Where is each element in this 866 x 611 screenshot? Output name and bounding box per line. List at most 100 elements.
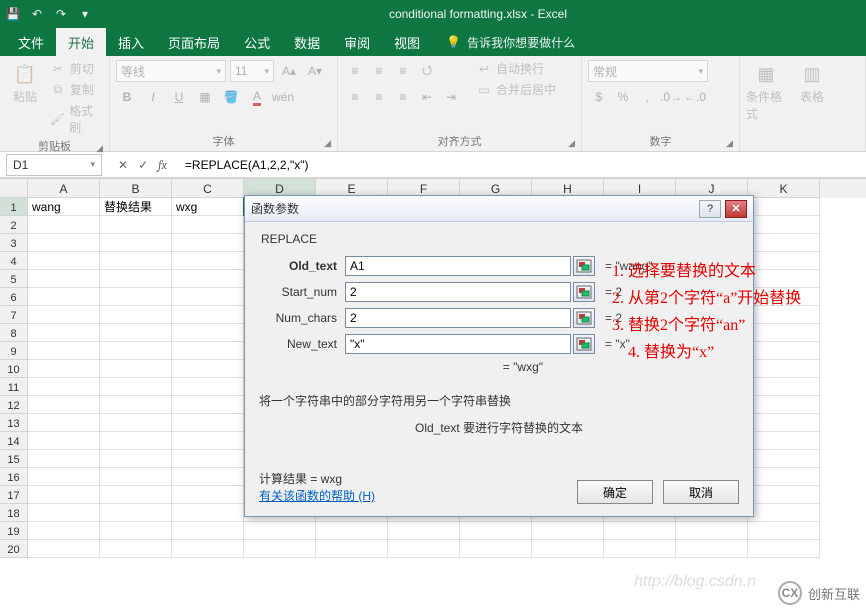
cut-button[interactable]: ✂剪切 <box>50 60 103 77</box>
tab-data[interactable]: 数据 <box>282 28 332 56</box>
name-box[interactable]: D1▾ <box>6 154 102 176</box>
cell[interactable] <box>676 540 748 558</box>
cell[interactable]: 替换结果 <box>100 198 172 216</box>
cell[interactable]: wxg <box>172 198 244 216</box>
refedit-icon[interactable] <box>573 282 595 302</box>
tab-view[interactable]: 视图 <box>382 28 432 56</box>
tab-file[interactable]: 文件 <box>6 28 56 56</box>
cell[interactable] <box>100 234 172 252</box>
row-7[interactable]: 7 <box>0 306 28 324</box>
cell[interactable] <box>244 540 316 558</box>
cell[interactable] <box>100 360 172 378</box>
cell[interactable] <box>172 306 244 324</box>
cell[interactable] <box>28 216 100 234</box>
col-C[interactable]: C <box>172 179 244 198</box>
cell[interactable] <box>172 432 244 450</box>
cell[interactable] <box>28 486 100 504</box>
row-17[interactable]: 17 <box>0 486 28 504</box>
cell[interactable] <box>532 540 604 558</box>
cell[interactable] <box>172 234 244 252</box>
cell[interactable] <box>172 468 244 486</box>
cell[interactable] <box>28 432 100 450</box>
arg-input-New_text[interactable] <box>345 334 571 354</box>
row-10[interactable]: 10 <box>0 360 28 378</box>
cell[interactable] <box>748 342 820 360</box>
row-13[interactable]: 13 <box>0 414 28 432</box>
increase-decimal-icon[interactable]: .0→ <box>660 86 682 108</box>
tab-home[interactable]: 开始 <box>56 28 106 56</box>
cell[interactable] <box>460 522 532 540</box>
align-center-icon[interactable]: ≡ <box>368 86 390 108</box>
number-format-combo[interactable]: 常规▾ <box>588 60 708 82</box>
cell[interactable] <box>172 342 244 360</box>
cell[interactable] <box>748 450 820 468</box>
cell[interactable] <box>100 414 172 432</box>
cell[interactable] <box>388 522 460 540</box>
insert-function-icon[interactable]: fx <box>158 158 167 172</box>
align-middle-icon[interactable]: ≡ <box>368 60 390 82</box>
col-B[interactable]: B <box>100 179 172 198</box>
undo-icon[interactable]: ↶ <box>28 5 46 23</box>
cell[interactable] <box>100 270 172 288</box>
cell[interactable] <box>316 522 388 540</box>
dialog-launcher-icon[interactable]: ◢ <box>96 143 103 154</box>
fill-color-icon[interactable]: 🪣 <box>220 86 242 108</box>
cell[interactable] <box>100 378 172 396</box>
row-1[interactable]: 1 <box>0 198 28 216</box>
tab-review[interactable]: 审阅 <box>332 28 382 56</box>
help-button[interactable]: ? <box>699 200 721 218</box>
cell[interactable] <box>172 378 244 396</box>
select-all-button[interactable] <box>0 178 28 198</box>
col-K[interactable]: K <box>748 179 820 198</box>
help-link[interactable]: 有关该函数的帮助 (H) <box>259 489 375 503</box>
underline-button[interactable]: U <box>168 86 190 108</box>
cell[interactable] <box>532 522 604 540</box>
cell[interactable] <box>172 414 244 432</box>
cell[interactable] <box>100 486 172 504</box>
cell[interactable] <box>244 522 316 540</box>
borders-icon[interactable]: ▦ <box>194 86 216 108</box>
cell[interactable] <box>748 360 820 378</box>
cell[interactable] <box>172 522 244 540</box>
indent-increase-icon[interactable]: ⇥ <box>440 86 462 108</box>
arg-input-Old_text[interactable] <box>345 256 571 276</box>
italic-button[interactable]: I <box>142 86 164 108</box>
row-14[interactable]: 14 <box>0 432 28 450</box>
font-color-icon[interactable]: A <box>246 86 268 108</box>
row-11[interactable]: 11 <box>0 378 28 396</box>
dialog-launcher-icon[interactable]: ◢ <box>726 138 733 149</box>
row-5[interactable]: 5 <box>0 270 28 288</box>
row-3[interactable]: 3 <box>0 234 28 252</box>
row-16[interactable]: 16 <box>0 468 28 486</box>
align-bottom-icon[interactable]: ≡ <box>392 60 414 82</box>
redo-icon[interactable]: ↷ <box>52 5 70 23</box>
cell[interactable] <box>28 270 100 288</box>
percent-icon[interactable]: % <box>612 86 634 108</box>
cell[interactable] <box>748 522 820 540</box>
cell[interactable] <box>748 396 820 414</box>
cell[interactable] <box>172 486 244 504</box>
close-icon[interactable]: ✕ <box>725 200 747 218</box>
cell[interactable] <box>172 270 244 288</box>
cell[interactable] <box>748 504 820 522</box>
cell[interactable] <box>28 504 100 522</box>
row-2[interactable]: 2 <box>0 216 28 234</box>
cell[interactable] <box>172 540 244 558</box>
refedit-icon[interactable] <box>573 308 595 328</box>
grow-font-icon[interactable]: A▴ <box>278 60 300 82</box>
cell[interactable] <box>100 468 172 486</box>
cell[interactable] <box>748 306 820 324</box>
accept-formula-icon[interactable]: ✓ <box>138 158 148 172</box>
cell[interactable] <box>748 414 820 432</box>
qat-dropdown-icon[interactable]: ▾ <box>76 5 94 23</box>
refedit-icon[interactable] <box>573 334 595 354</box>
refedit-icon[interactable] <box>573 256 595 276</box>
cell[interactable] <box>172 288 244 306</box>
row-19[interactable]: 19 <box>0 522 28 540</box>
dialog-launcher-icon[interactable]: ◢ <box>324 138 331 149</box>
currency-icon[interactable]: $ <box>588 86 610 108</box>
cell[interactable] <box>316 540 388 558</box>
cell[interactable] <box>748 234 820 252</box>
cell[interactable] <box>172 360 244 378</box>
orientation-icon[interactable]: ⭯ <box>416 60 438 82</box>
